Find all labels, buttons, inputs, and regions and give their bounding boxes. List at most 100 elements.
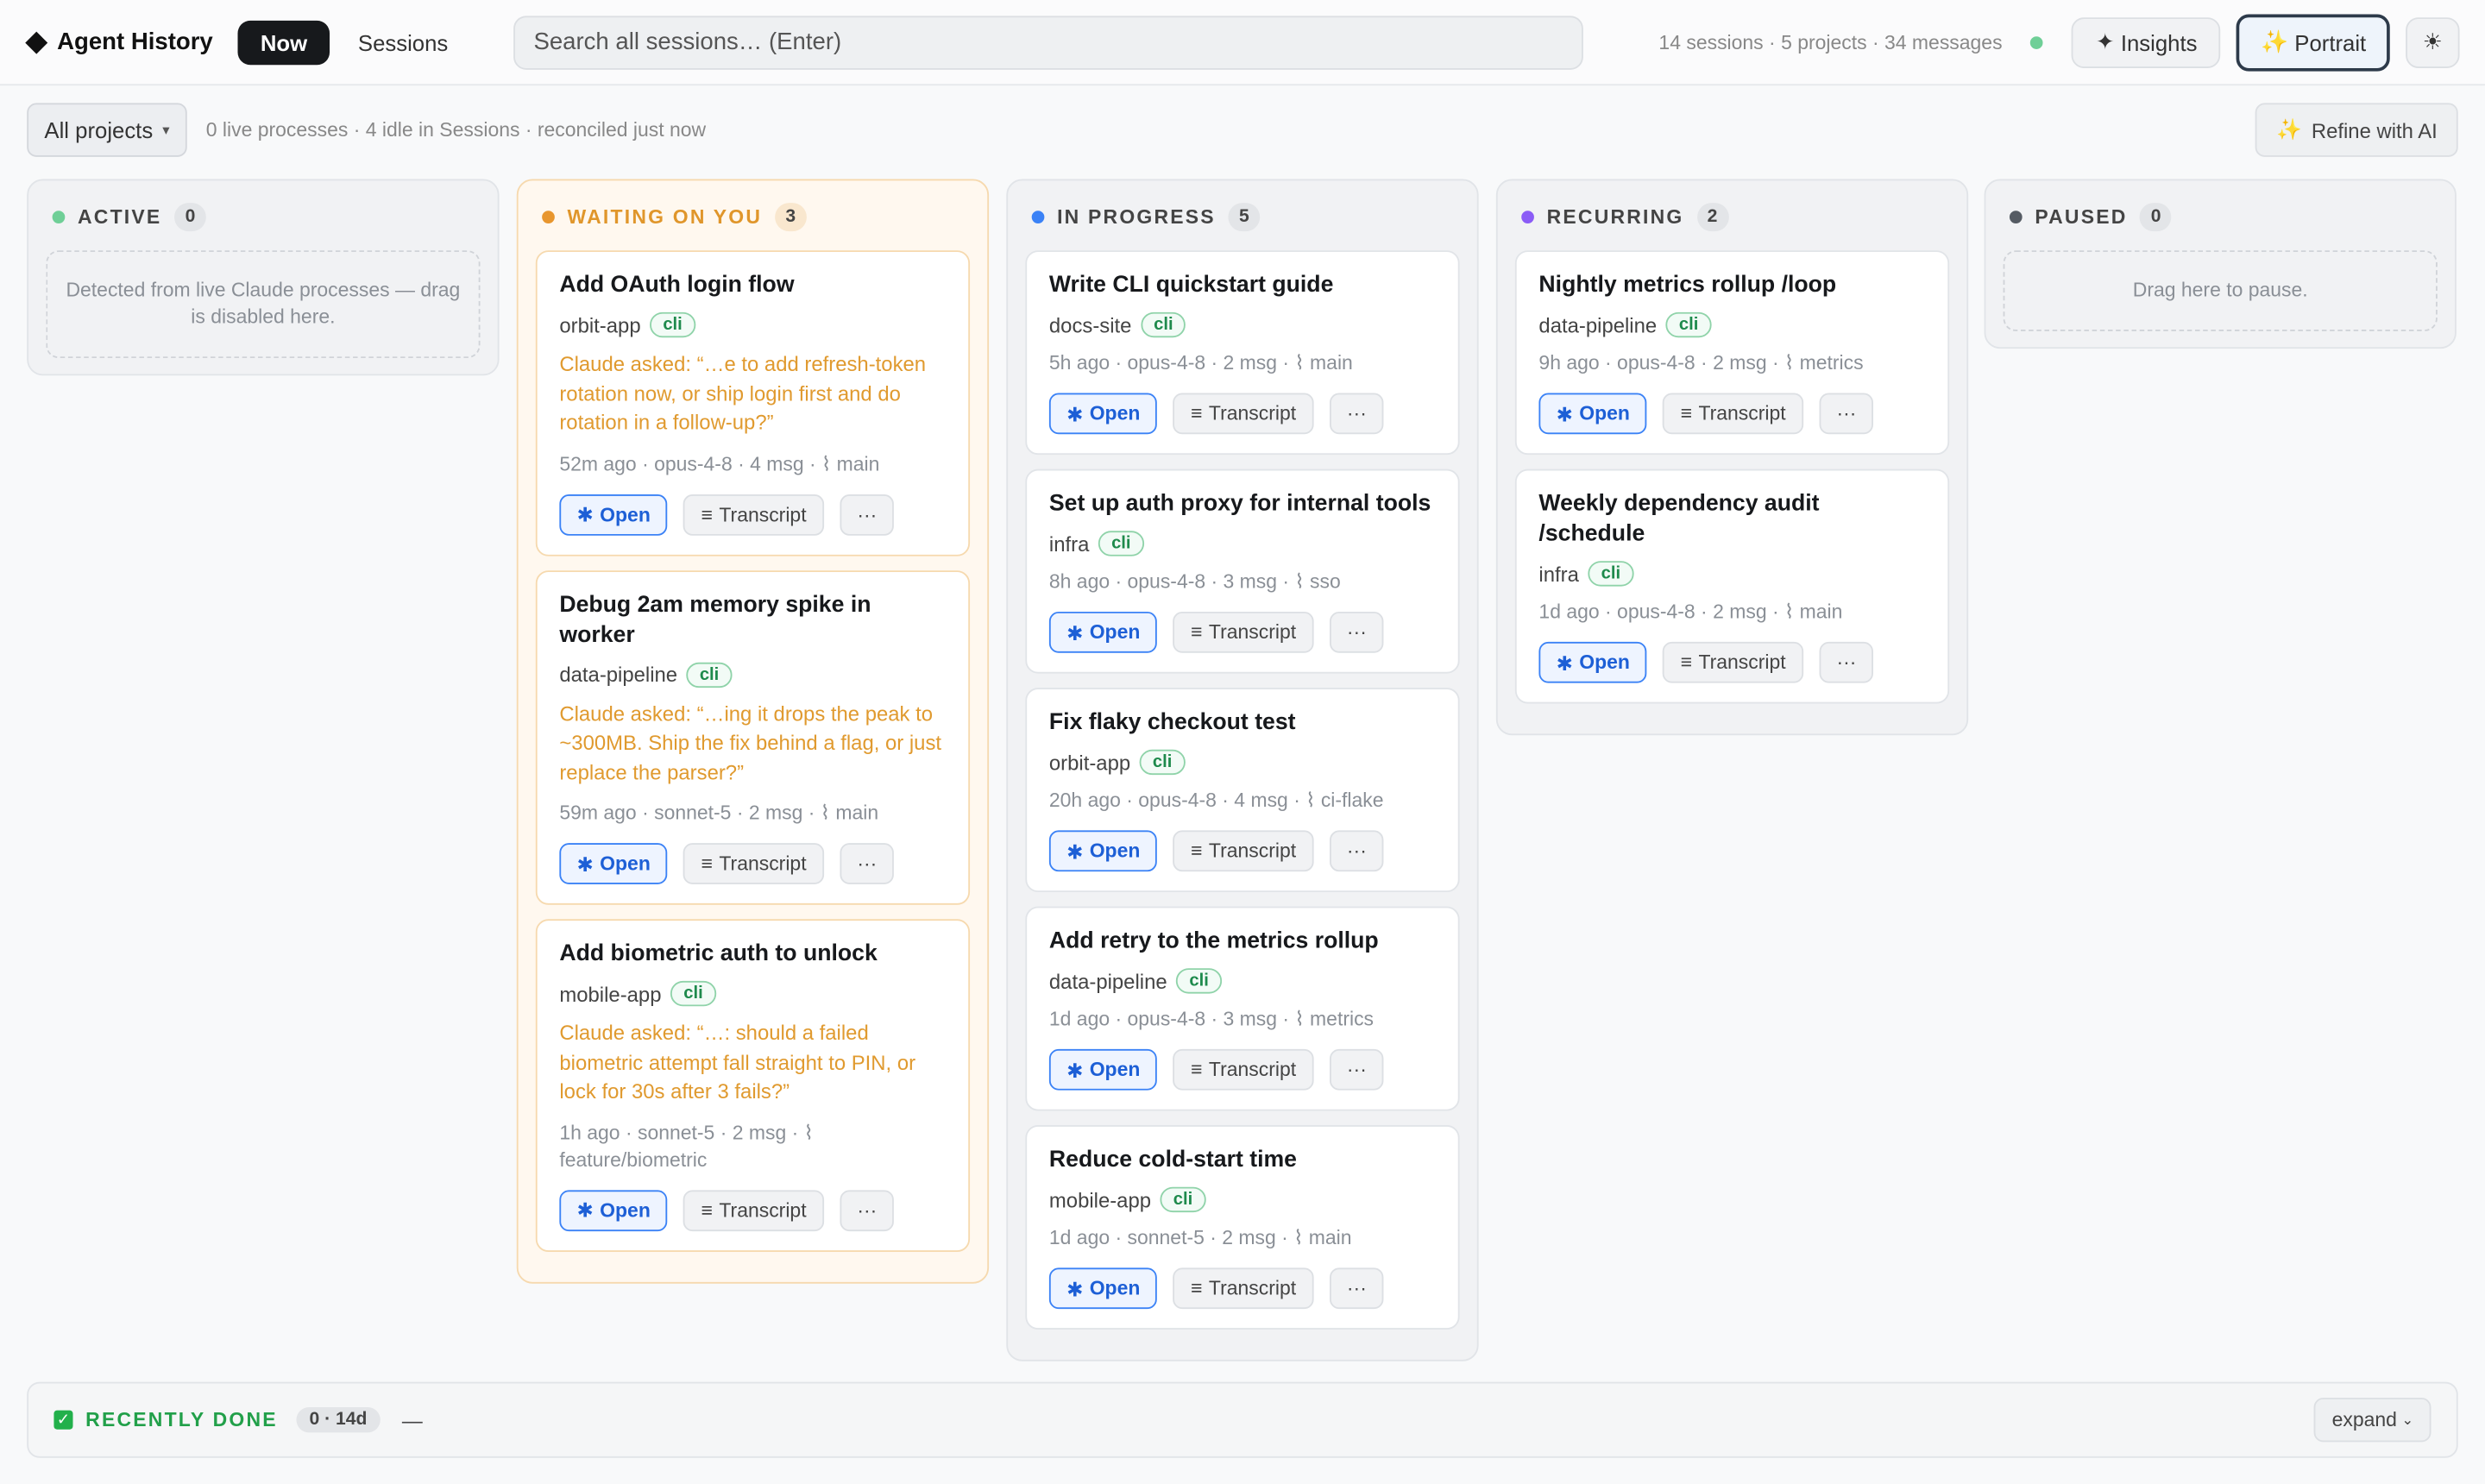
refine-with-ai-button[interactable]: ✨ Refine with AI	[2255, 103, 2458, 157]
tab-now[interactable]: Now	[238, 19, 330, 65]
session-card[interactable]: Set up auth proxy for internal tools infr…	[1025, 468, 1460, 674]
card-title: Weekly dependency audit /schedule	[1538, 491, 1820, 547]
more-button[interactable]: ···	[840, 1189, 895, 1231]
list-icon: ≡	[1191, 402, 1203, 425]
session-card[interactable]: Fix flaky checkout test orbit-app cli 20h a…	[1025, 688, 1460, 893]
more-button[interactable]: ···	[840, 843, 895, 884]
card-title: Debug 2am memory spike in worker	[559, 592, 871, 648]
open-button[interactable]: ✱ Open	[1538, 393, 1648, 435]
more-button[interactable]: ···	[1329, 1048, 1385, 1091]
open-button[interactable]: ✱ Open	[559, 1189, 669, 1231]
open-label: Open	[1089, 839, 1141, 863]
more-button[interactable]: ···	[1329, 393, 1385, 435]
column-in-progress: IN PROGRESS 5 Write CLI quickstart guide…	[1006, 179, 1479, 1361]
more-button[interactable]: ···	[840, 494, 895, 535]
session-card[interactable]: Nightly metrics rollup /loop data-pipelin…	[1514, 250, 1950, 456]
search-input[interactable]: Search all sessions… (Enter)	[513, 15, 1583, 69]
session-card[interactable]: Add retry to the metrics rollup data-pipe…	[1025, 906, 1460, 1111]
transcript-button[interactable]: ≡ Transcript	[683, 843, 824, 884]
card-meta: 52m ago · opus-4-8 · 4 msg · ⌇ main	[559, 452, 880, 475]
project-name: infra	[1538, 562, 1579, 586]
top-bar: Agent History Now Sessions Search all se…	[0, 0, 2485, 86]
transcript-button[interactable]: ≡ Transcript	[1663, 393, 1803, 435]
card-actions: ✱ Open ≡ Transcript ···	[559, 843, 946, 884]
transcript-button[interactable]: ≡ Transcript	[1173, 1267, 1314, 1310]
process-status-text: 0 live processes · 4 idle in Sessions · …	[205, 118, 707, 141]
open-button[interactable]: ✱ Open	[559, 494, 669, 535]
transcript-button[interactable]: ≡ Transcript	[683, 494, 824, 535]
more-button[interactable]: ···	[1329, 1267, 1385, 1310]
recently-done-bar: ✓ RECENTLY DONE 0 · 14d — expand ⌄	[27, 1381, 2458, 1458]
more-button[interactable]: ···	[1329, 611, 1385, 653]
theme-toggle-button[interactable]: ☀	[2406, 16, 2460, 68]
column-count-badge: 5	[1228, 203, 1261, 232]
list-icon: ≡	[1191, 620, 1203, 644]
transcript-button[interactable]: ≡ Transcript	[1173, 393, 1314, 435]
project-row: orbit-app cli	[559, 311, 946, 338]
card-list: Write CLI quickstart guide docs-site cli 5h…	[1025, 250, 1460, 1330]
card-actions: ✱ Open ≡ Transcript ···	[1048, 830, 1436, 872]
transcript-button[interactable]: ≡ Transcript	[1173, 830, 1314, 872]
status-dot-icon	[542, 211, 555, 223]
open-button[interactable]: ✱ Open	[1048, 611, 1158, 653]
insights-button[interactable]: ✦ Insights	[2072, 16, 2222, 68]
column-count-badge: 0	[2140, 203, 2172, 232]
project-name: orbit-app	[1048, 750, 1131, 775]
asterisk-icon: ✱	[576, 504, 594, 526]
session-card[interactable]: Reduce cold-start time mobile-app cli 1d ag…	[1025, 1125, 1460, 1330]
transcript-label: Transcript	[719, 1198, 807, 1222]
project-name: data-pipeline	[1538, 312, 1658, 337]
open-label: Open	[1089, 402, 1141, 425]
list-icon: ≡	[1191, 1058, 1203, 1081]
session-card[interactable]: Add OAuth login flow orbit-app cli Claude a…	[535, 250, 971, 556]
more-button[interactable]: ···	[1819, 641, 1874, 683]
project-name: docs-site	[1048, 312, 1132, 337]
card-actions: ✱ Open ≡ Transcript ···	[1538, 393, 1925, 435]
card-title: Add biometric auth to unlock	[559, 940, 878, 967]
transcript-button[interactable]: ≡ Transcript	[683, 1189, 824, 1231]
column-count-badge: 0	[174, 203, 206, 232]
project-name: mobile-app	[559, 981, 662, 1006]
session-card[interactable]: Write CLI quickstart guide docs-site cli 5h…	[1025, 250, 1460, 456]
open-button[interactable]: ✱ Open	[1048, 1267, 1158, 1310]
card-meta: 9h ago · opus-4-8 · 2 msg · ⌇ metrics	[1538, 351, 1864, 374]
open-button[interactable]: ✱ Open	[1538, 641, 1648, 683]
more-button[interactable]: ···	[1819, 393, 1874, 435]
transcript-button[interactable]: ≡ Transcript	[1173, 1048, 1314, 1091]
claude-question: Claude asked: “…ing it drops the peak to…	[559, 701, 942, 784]
transcript-button[interactable]: ≡ Transcript	[1173, 611, 1314, 653]
recently-done-dash: —	[401, 1407, 423, 1432]
transcript-button[interactable]: ≡ Transcript	[1663, 641, 1803, 683]
tab-sessions[interactable]: Sessions	[336, 20, 470, 64]
session-card[interactable]: Weekly dependency audit /schedule infra cl…	[1514, 468, 1950, 704]
open-button[interactable]: ✱ Open	[559, 843, 669, 884]
more-button[interactable]: ···	[1329, 830, 1385, 872]
card-list: Add OAuth login flow orbit-app cli Claude a…	[535, 250, 971, 1252]
project-row: data-pipeline cli	[1538, 311, 1925, 338]
transcript-label: Transcript	[1208, 1058, 1297, 1081]
transcript-label: Transcript	[1208, 402, 1297, 425]
brand: Agent History	[25, 28, 213, 55]
open-button[interactable]: ✱ Open	[1048, 393, 1158, 435]
session-card[interactable]: Add biometric auth to unlock mobile-app cl…	[535, 919, 971, 1252]
card-title: Write CLI quickstart guide	[1048, 272, 1334, 299]
stats-text: 14 sessions · 5 projects · 34 messages	[1658, 30, 2003, 53]
session-card[interactable]: Debug 2am memory spike in worker data-pip…	[535, 569, 971, 905]
list-icon: ≡	[701, 503, 714, 525]
list-icon: ≡	[1191, 839, 1203, 863]
source-tag: cli	[1161, 1186, 1205, 1213]
project-filter-select[interactable]: All projects ▾	[27, 103, 187, 157]
expand-button[interactable]: expand ⌄	[2314, 1397, 2432, 1443]
project-name: mobile-app	[1048, 1187, 1152, 1212]
project-name: orbit-app	[559, 312, 641, 337]
empty-dropzone: Detected from live Claude processes — dr…	[46, 250, 481, 359]
asterisk-icon: ✱	[1066, 1278, 1084, 1301]
open-button[interactable]: ✱ Open	[1048, 1048, 1158, 1091]
portrait-button[interactable]: ✨ Portrait	[2236, 13, 2390, 71]
asterisk-icon: ✱	[1066, 840, 1084, 864]
recently-done-count: 0 · 14d	[296, 1406, 381, 1433]
pause-dropzone[interactable]: Drag here to pause.	[2003, 250, 2438, 331]
status-dot-icon	[52, 211, 66, 223]
open-button[interactable]: ✱ Open	[1048, 830, 1158, 872]
claude-question: Claude asked: “…: should a failed biomet…	[559, 1020, 916, 1104]
